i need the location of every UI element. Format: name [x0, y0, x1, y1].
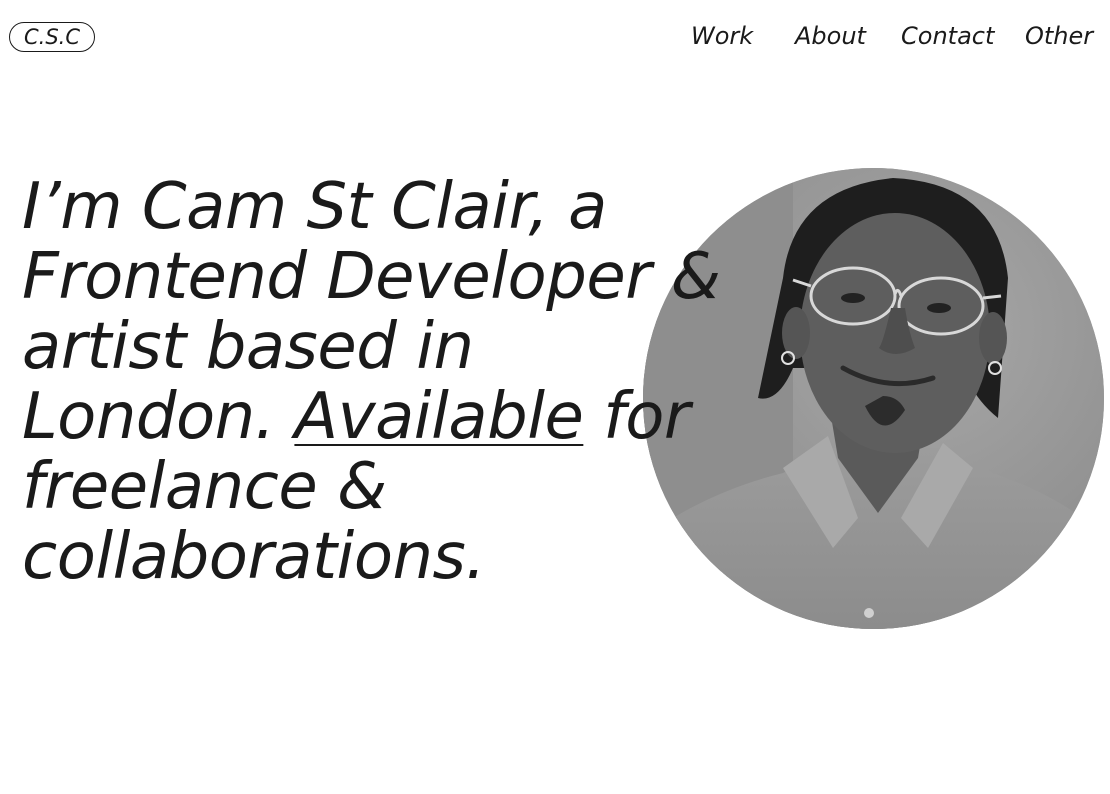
hero-line-6: collaborations. [22, 520, 486, 594]
nav-link-other[interactable]: Other [1025, 20, 1093, 52]
hero-line-4-end: for [583, 380, 690, 454]
hero-line-1: I’m Cam St Clair, a [22, 170, 607, 244]
available-link[interactable]: Available [294, 380, 583, 454]
hero-line-2: Frontend Developer & [22, 240, 721, 314]
nav-link-work[interactable]: Work [691, 20, 753, 52]
page: C.S.C Work About Contact Other I’m Cam S… [0, 0, 1110, 794]
nav-link-about[interactable]: About [795, 20, 866, 52]
hero-line-4: London. Available for [22, 382, 762, 452]
hero-headline: I’m Cam St Clair, a Frontend Developer &… [22, 172, 762, 592]
hero-line-5: freelance & [22, 450, 387, 524]
nav-link-contact[interactable]: Contact [901, 20, 994, 52]
hero-line-4-start: London. [22, 380, 295, 454]
main-nav: Work About Contact Other [0, 20, 1110, 52]
hero-line-3: artist based in [22, 310, 474, 384]
